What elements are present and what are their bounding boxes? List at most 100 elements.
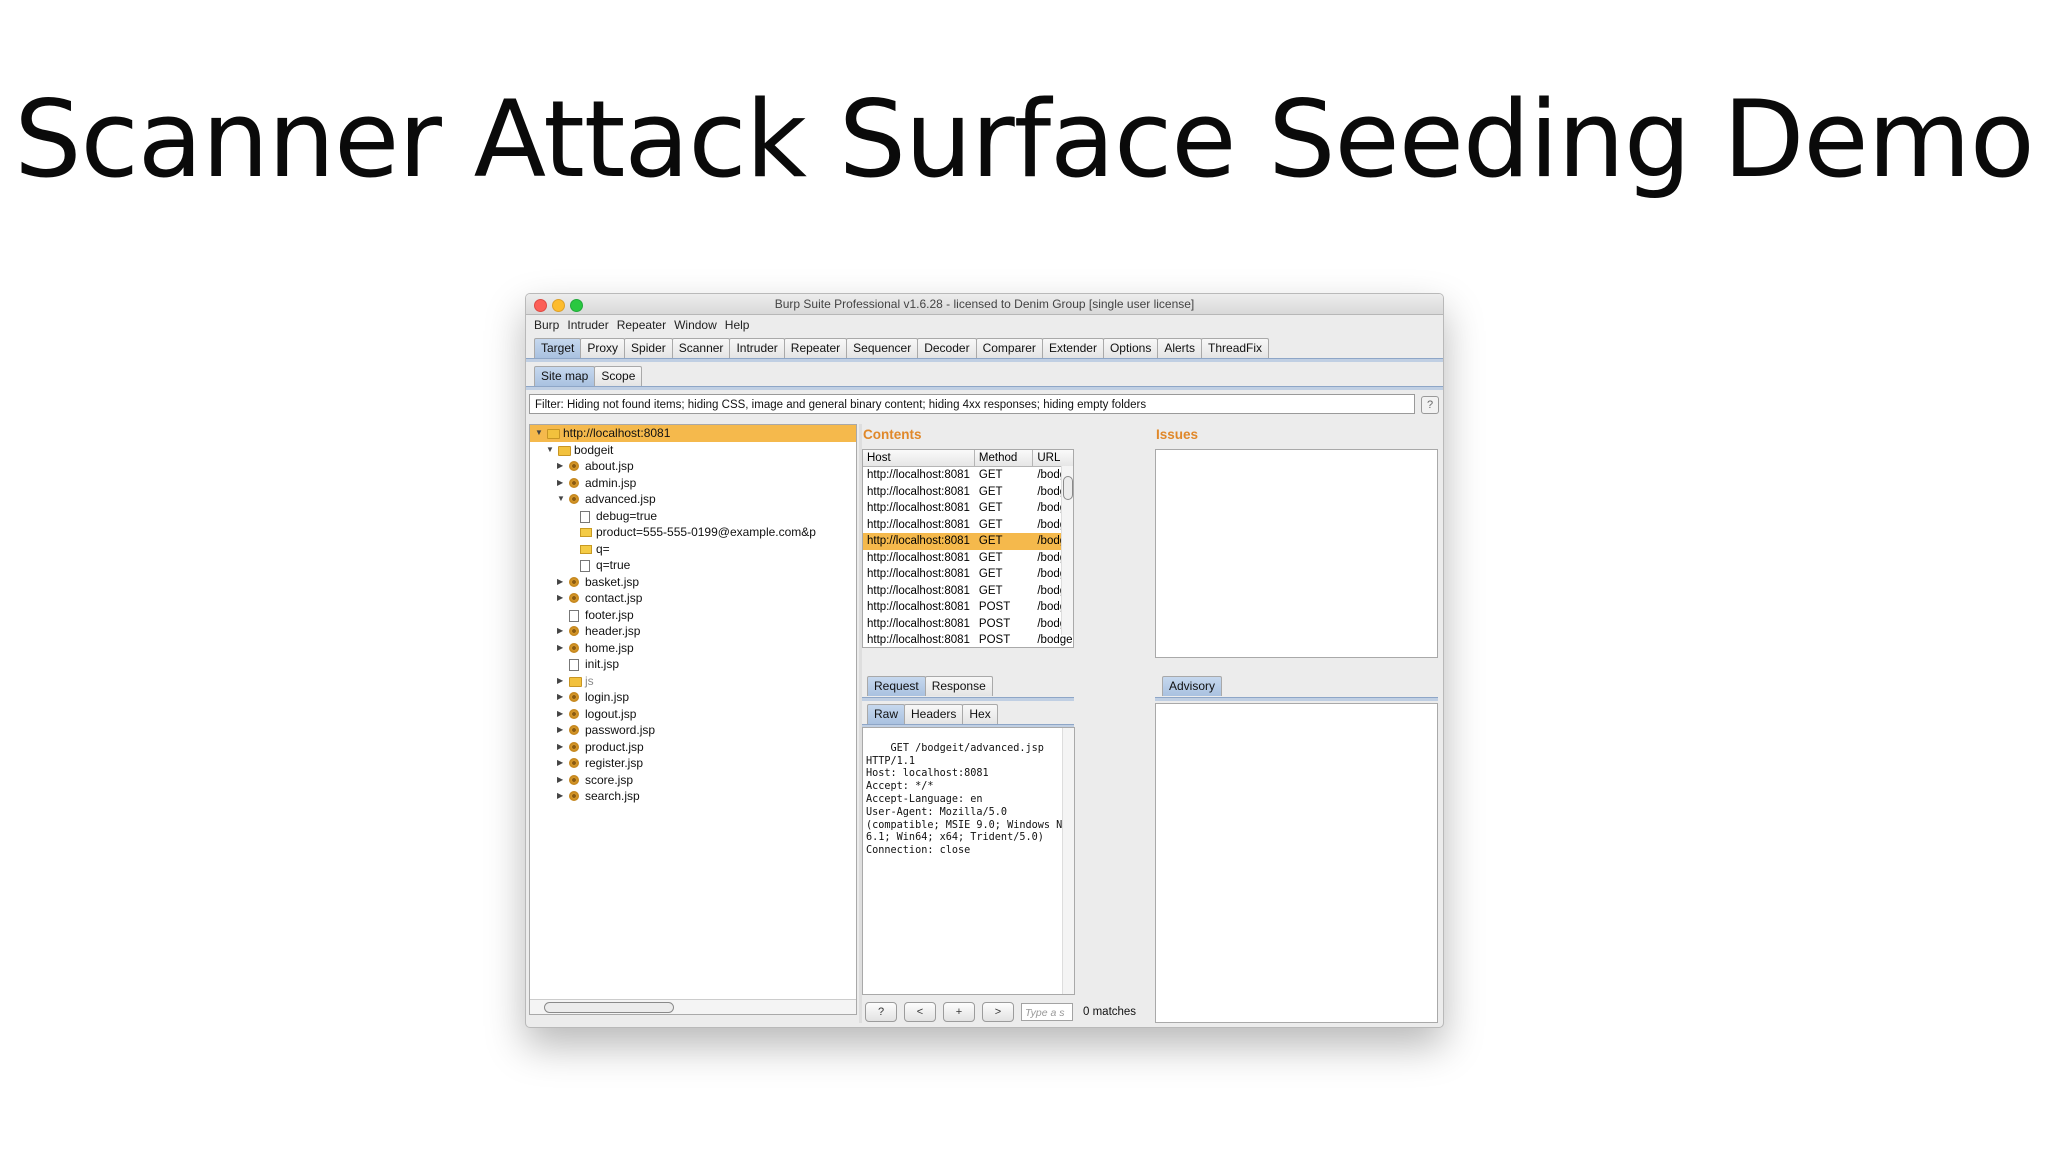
search-next-button[interactable]: > <box>982 1002 1014 1022</box>
tab-intruder[interactable]: Intruder <box>729 338 785 358</box>
search-previous-button[interactable]: < <box>904 1002 936 1022</box>
site-map-tree[interactable]: ▼ http://localhost:8081 ▼ bodgeit ▶ about.jsp… <box>529 424 857 1015</box>
tree-node[interactable]: ▶ about.jsp <box>530 458 856 475</box>
issues-panel[interactable] <box>1155 449 1438 658</box>
table-row[interactable]: http://localhost:8081GET/bodgeit/ <box>863 566 1073 583</box>
tree-node[interactable]: q=true <box>530 557 856 574</box>
collapsed-arrow-icon[interactable]: ▶ <box>557 689 563 706</box>
expanded-arrow-icon[interactable]: ▼ <box>546 442 554 459</box>
collapsed-arrow-icon[interactable]: ▶ <box>557 722 563 739</box>
column-method[interactable]: Method <box>975 450 1034 466</box>
tree-node[interactable]: ▶ register.jsp <box>530 755 856 772</box>
request-vertical-scrollbar[interactable] <box>1062 728 1074 994</box>
tab-repeater[interactable]: Repeater <box>783 338 848 358</box>
tab-decoder[interactable]: Decoder <box>917 338 977 358</box>
tree-node[interactable]: ▶ search.jsp <box>530 788 856 805</box>
tree-node[interactable]: ▶ home.jsp <box>530 640 856 657</box>
tab-response[interactable]: Response <box>924 676 993 696</box>
collapsed-arrow-icon[interactable]: ▶ <box>557 590 563 607</box>
table-row[interactable]: http://localhost:8081GET/bodgeit/ <box>863 517 1073 534</box>
collapsed-arrow-icon[interactable]: ▶ <box>557 673 563 690</box>
search-options-button[interactable]: + <box>943 1002 975 1022</box>
tree-node[interactable]: ▶ basket.jsp <box>530 574 856 591</box>
tree-node[interactable]: ▼ bodgeit <box>530 442 856 459</box>
tab-advisory[interactable]: Advisory <box>1162 676 1223 696</box>
collapsed-arrow-icon[interactable]: ▶ <box>557 788 563 805</box>
tab-alerts[interactable]: Alerts <box>1157 338 1203 358</box>
tab-sequencer[interactable]: Sequencer <box>846 338 919 358</box>
tree-node[interactable]: ▶ contact.jsp <box>530 590 856 607</box>
column-host[interactable]: Host <box>863 450 975 466</box>
table-row[interactable]: http://localhost:8081GET/bodgeit/ <box>863 533 1073 550</box>
menu-item-intruder[interactable]: Intruder <box>567 318 608 332</box>
tree-node[interactable]: ▶ header.jsp <box>530 623 856 640</box>
tree-node[interactable]: ▼ advanced.jsp <box>530 491 856 508</box>
table-row[interactable]: http://localhost:8081GET/bodgeit/ <box>863 467 1073 484</box>
table-row[interactable]: http://localhost:8081POST/bodgeit/ <box>863 599 1073 616</box>
expanded-arrow-icon[interactable]: ▼ <box>535 425 543 442</box>
tree-node[interactable]: ▶ js <box>530 673 856 690</box>
advisory-panel[interactable] <box>1155 703 1438 1023</box>
request-raw-editor[interactable]: GET /bodgeit/advanced.jsp HTTP/1.1 Host:… <box>862 727 1075 995</box>
collapsed-arrow-icon[interactable]: ▶ <box>557 706 563 723</box>
tree-node[interactable]: ▶ product.jsp <box>530 739 856 756</box>
filter-bar[interactable]: Filter: Hiding not found items; hiding C… <box>529 394 1415 414</box>
tree-node[interactable]: ▶ score.jsp <box>530 772 856 789</box>
tree-scroll-thumb[interactable] <box>544 1002 674 1013</box>
tab-raw[interactable]: Raw <box>867 704 906 724</box>
gear-icon <box>569 758 579 768</box>
tab-extender[interactable]: Extender <box>1041 338 1104 358</box>
tree-node[interactable]: product=555-555-0199@example.com&p <box>530 524 856 541</box>
tab-comparer[interactable]: Comparer <box>975 338 1043 358</box>
tree-node[interactable]: ▶ admin.jsp <box>530 475 856 492</box>
expanded-arrow-icon[interactable]: ▼ <box>557 491 565 508</box>
tree-node[interactable]: ▼ http://localhost:8081 <box>530 425 856 442</box>
tab-spider[interactable]: Spider <box>624 338 673 358</box>
tree-node[interactable]: debug=true <box>530 508 856 525</box>
tab-proxy[interactable]: Proxy <box>580 338 626 358</box>
column-url[interactable]: URL <box>1033 450 1073 466</box>
tab-request[interactable]: Request <box>867 676 926 696</box>
menu-item-help[interactable]: Help <box>725 318 750 332</box>
table-row[interactable]: http://localhost:8081GET/bodgeit/ <box>863 484 1073 501</box>
tab-scanner[interactable]: Scanner <box>671 338 731 358</box>
tree-node[interactable]: ▶ logout.jsp <box>530 706 856 723</box>
search-help-button[interactable]: ? <box>865 1002 897 1022</box>
tab-options[interactable]: Options <box>1102 338 1159 358</box>
collapsed-arrow-icon[interactable]: ▶ <box>557 623 563 640</box>
tree-node[interactable]: footer.jsp <box>530 607 856 624</box>
table-row[interactable]: http://localhost:8081GET/bodgeit/ <box>863 550 1073 567</box>
subtab-scope[interactable]: Scope <box>594 366 643 386</box>
collapsed-arrow-icon[interactable]: ▶ <box>557 772 563 789</box>
collapsed-arrow-icon[interactable]: ▶ <box>557 640 563 657</box>
collapsed-arrow-icon[interactable]: ▶ <box>557 739 563 756</box>
contents-scroll-thumb[interactable] <box>1063 476 1073 500</box>
table-row[interactable]: http://localhost:8081POST/bodgeit/ <box>863 632 1073 647</box>
collapsed-arrow-icon[interactable]: ▶ <box>557 755 563 772</box>
tree-node[interactable]: ▶ password.jsp <box>530 722 856 739</box>
contents-vertical-scrollbar[interactable] <box>1061 466 1073 635</box>
menu-item-repeater[interactable]: Repeater <box>617 318 666 332</box>
gear-icon <box>569 576 579 587</box>
tree-node[interactable]: q= <box>530 541 856 558</box>
table-row[interactable]: http://localhost:8081GET/bodgeit/ <box>863 583 1073 600</box>
table-row[interactable]: http://localhost:8081POST/bodgeit/ <box>863 616 1073 633</box>
tab-threadfix[interactable]: ThreadFix <box>1201 338 1270 358</box>
tab-headers[interactable]: Headers <box>904 704 964 724</box>
search-input[interactable]: Type a s <box>1021 1003 1073 1021</box>
collapsed-arrow-icon[interactable]: ▶ <box>557 475 563 492</box>
collapsed-arrow-icon[interactable]: ▶ <box>557 574 563 591</box>
filter-help-button[interactable]: ? <box>1421 396 1439 414</box>
request-raw-text[interactable]: GET /bodgeit/advanced.jsp HTTP/1.1 Host:… <box>866 743 1068 856</box>
tab-hex[interactable]: Hex <box>962 704 998 724</box>
collapsed-arrow-icon[interactable]: ▶ <box>557 458 563 475</box>
table-row[interactable]: http://localhost:8081GET/bodgeit/ <box>863 500 1073 517</box>
menu-item-burp[interactable]: Burp <box>534 318 559 332</box>
tree-node[interactable]: init.jsp <box>530 656 856 673</box>
tree-horizontal-scrollbar[interactable] <box>530 999 856 1014</box>
contents-table[interactable]: Host Method URL http://localhost:8081 GET… <box>862 449 1074 648</box>
menu-item-window[interactable]: Window <box>674 318 717 332</box>
tab-target[interactable]: Target <box>534 338 582 358</box>
tree-node[interactable]: ▶ login.jsp <box>530 689 856 706</box>
subtab-site-map[interactable]: Site map <box>534 366 596 386</box>
